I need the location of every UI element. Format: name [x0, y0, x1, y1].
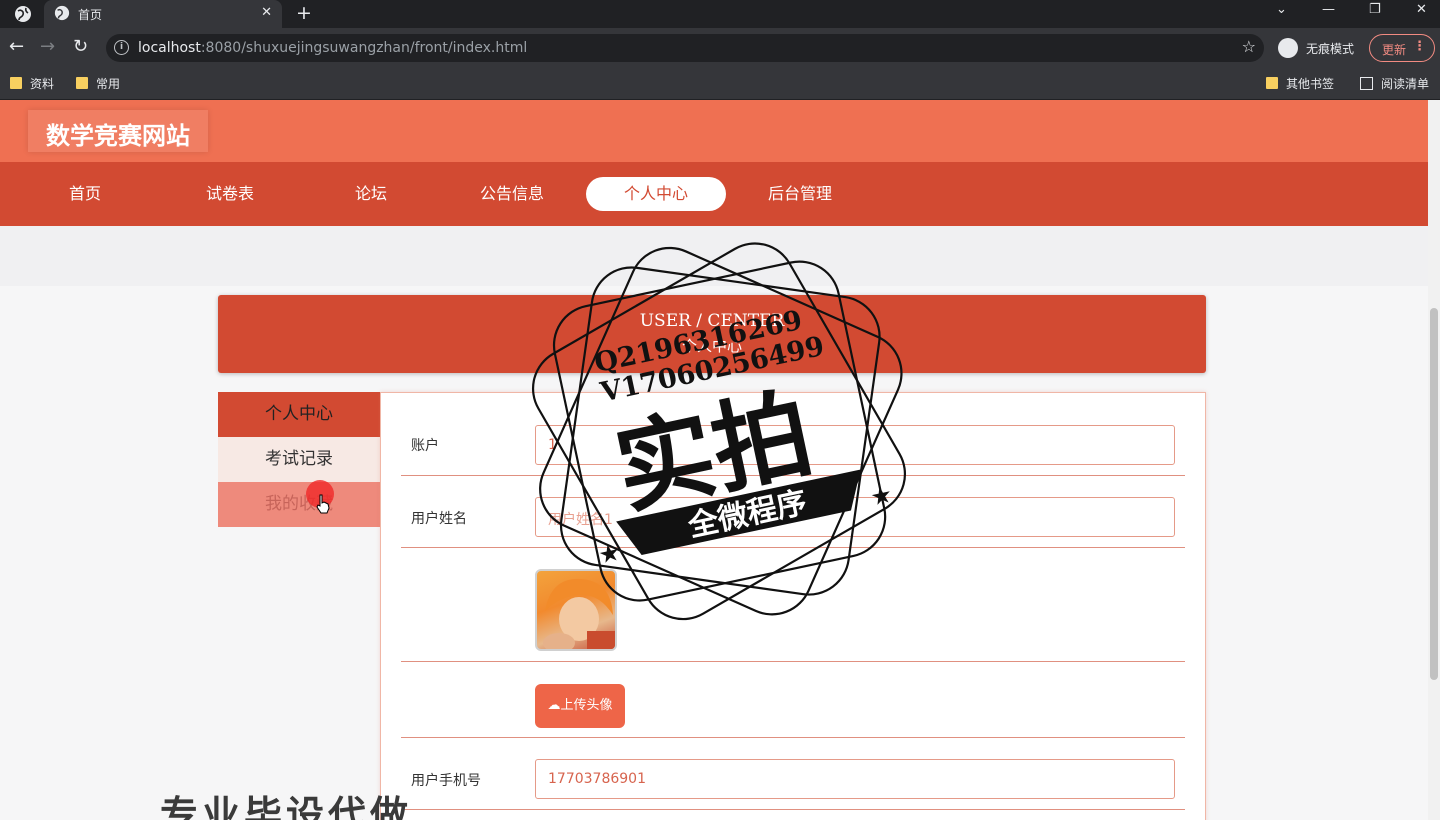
- window-close-icon[interactable]: ✕: [1416, 2, 1427, 17]
- browser-toolbar: ← → ↻ i localhost:8080/shuxuejingsuwangz…: [0, 28, 1440, 68]
- row-divider: [401, 809, 1185, 810]
- nav-papers[interactable]: 试卷表: [184, 177, 276, 211]
- bookmarks-bar: 资料 常用 其他书签 阅读清单: [0, 68, 1440, 100]
- close-icon[interactable]: ✕: [261, 5, 272, 20]
- site-title[interactable]: 数学竞赛网站: [28, 110, 208, 152]
- svg-text:★: ★: [596, 538, 623, 570]
- browser-tab[interactable]: 首页 ✕: [44, 0, 282, 28]
- hand-cursor-icon: [316, 494, 330, 514]
- phone-field[interactable]: 17703786901: [535, 759, 1175, 799]
- folder-icon: [1266, 77, 1278, 89]
- restore-icon[interactable]: ❐: [1369, 2, 1381, 17]
- incognito-icon: [1278, 38, 1298, 58]
- new-tab-icon[interactable]: +: [296, 2, 312, 24]
- url-text[interactable]: localhost:8080/shuxuejingsuwangzhan/fron…: [138, 40, 527, 56]
- bottom-watermark-text: 专业毕设代做: [160, 793, 413, 820]
- name-label: 用户姓名: [411, 511, 467, 527]
- back-icon[interactable]: ←: [9, 37, 24, 57]
- minimize-icon[interactable]: —: [1322, 2, 1335, 17]
- tab-title: 首页: [78, 8, 103, 22]
- cloud-upload-icon: ☁: [547, 698, 561, 713]
- nav-user-center[interactable]: 个人中心: [586, 177, 726, 211]
- browser-tab-strip: 首页 ✕ + ⌄ — ❐ ✕: [0, 0, 1440, 28]
- nav-forum[interactable]: 论坛: [326, 177, 416, 211]
- nav-home[interactable]: 首页: [40, 177, 130, 211]
- globe-icon: [54, 5, 70, 21]
- forward-icon[interactable]: →: [40, 37, 55, 57]
- scrollbar[interactable]: [1428, 100, 1440, 820]
- row-divider: [401, 737, 1185, 738]
- reload-icon[interactable]: ↻: [73, 37, 88, 57]
- folder-icon: [10, 77, 22, 89]
- side-item-exam-records[interactable]: 考试记录: [218, 437, 380, 482]
- incognito-indicator[interactable]: 无痕模式: [1278, 34, 1378, 62]
- chevron-down-icon[interactable]: ⌄: [1276, 2, 1287, 17]
- phone-label: 用户手机号: [411, 773, 481, 789]
- update-label: 更新: [1382, 43, 1407, 57]
- globe-icon: [15, 6, 31, 22]
- row-divider: [401, 661, 1185, 662]
- main-nav: 首页 试卷表 论坛 公告信息 个人中心 后台管理: [0, 162, 1428, 226]
- bookmark-star-icon[interactable]: ☆: [1242, 37, 1256, 56]
- bookmark-folder[interactable]: 资料: [10, 75, 54, 92]
- more-vert-icon: ⋮: [1413, 39, 1426, 54]
- nav-admin[interactable]: 后台管理: [754, 177, 846, 211]
- site-header: 数学竞赛网站: [0, 100, 1428, 162]
- scrollbar-thumb[interactable]: [1430, 308, 1438, 680]
- address-bar[interactable]: i localhost:8080/shuxuejingsuwangzhan/fr…: [106, 34, 1264, 62]
- user-side-menu: 个人中心 考试记录 我的收藏: [218, 392, 380, 527]
- svg-text:★: ★: [868, 480, 895, 512]
- info-icon[interactable]: i: [114, 40, 129, 55]
- account-label: 账户: [411, 438, 439, 454]
- watermark-stamp: Q2196316269 V17060256499 实拍 全微程序 ★ ★: [531, 242, 907, 621]
- side-item-favorites[interactable]: 我的收藏: [218, 482, 380, 527]
- folder-icon: [76, 77, 88, 89]
- nav-announcements[interactable]: 公告信息: [466, 177, 558, 211]
- upload-avatar-button[interactable]: ☁上传头像: [535, 684, 625, 728]
- side-item-user-center[interactable]: 个人中心: [218, 392, 380, 437]
- reading-list-icon: [1360, 77, 1373, 90]
- bookmark-folder-other[interactable]: 其他书签: [1266, 75, 1334, 92]
- reading-list[interactable]: 阅读清单: [1360, 75, 1429, 92]
- incognito-label: 无痕模式: [1306, 42, 1355, 56]
- bookmark-folder[interactable]: 常用: [76, 75, 120, 92]
- update-button[interactable]: 更新 ⋮: [1369, 34, 1435, 62]
